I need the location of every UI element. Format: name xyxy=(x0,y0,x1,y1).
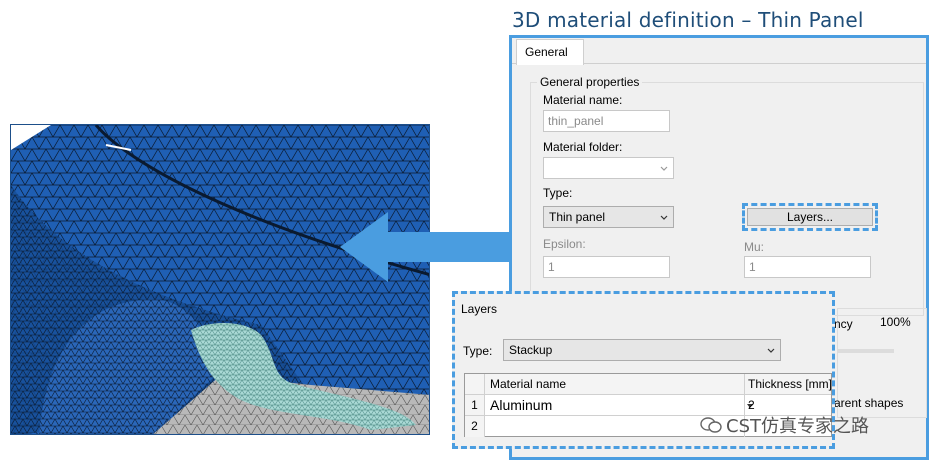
transparency-value: 100% xyxy=(880,315,911,329)
layers-type-label: Type: xyxy=(463,344,493,358)
group-legend: General properties xyxy=(537,75,643,89)
type-value: Thin panel xyxy=(549,210,606,224)
table-header: Material name Thickness [mm] xyxy=(465,374,833,395)
epsilon-field[interactable]: 1 xyxy=(543,256,670,278)
material-folder-label: Material folder: xyxy=(543,140,623,154)
column-header-thickness[interactable]: Thickness [mm] xyxy=(745,374,833,394)
layers-type-select[interactable]: Stackup xyxy=(503,339,781,361)
chevron-down-icon xyxy=(660,166,668,171)
mu-field[interactable]: 1 xyxy=(744,256,871,278)
watermark: CST仿真专家之路 xyxy=(700,412,869,438)
material-name-field[interactable]: thin_panel xyxy=(543,110,670,132)
watermark-text: CST仿真专家之路 xyxy=(726,416,869,437)
layers-button[interactable]: Layers... xyxy=(747,208,873,226)
tab-general[interactable]: General xyxy=(516,39,584,65)
mu-label: Mu: xyxy=(744,240,765,254)
slide-title: 3D material definition – Thin Panel xyxy=(512,8,864,32)
transparent-shapes-label: arent shapes xyxy=(834,396,904,410)
row-number: 1 xyxy=(465,395,485,415)
layers-dialog-title: Layers xyxy=(461,302,498,316)
type-select[interactable]: Thin panel xyxy=(543,206,674,228)
layers-button-highlight: Layers... xyxy=(742,203,878,231)
chevron-down-icon xyxy=(767,348,775,353)
tab-strip: General xyxy=(512,38,926,65)
material-folder-select[interactable] xyxy=(543,157,674,179)
chevron-down-icon xyxy=(660,215,668,220)
epsilon-label: Epsilon: xyxy=(543,237,586,251)
header-corner xyxy=(465,374,485,394)
type-label: Type: xyxy=(543,186,573,200)
transparency-slider[interactable] xyxy=(837,349,894,353)
row-number: 2 xyxy=(465,416,485,437)
layers-type-value: Stackup xyxy=(509,343,553,357)
wechat-icon xyxy=(700,417,722,433)
transparency-label: ncy xyxy=(834,317,853,331)
material-name-label: Material name: xyxy=(543,93,623,107)
column-header-material[interactable]: Material name xyxy=(485,374,745,394)
arrow-left-icon xyxy=(340,212,515,282)
